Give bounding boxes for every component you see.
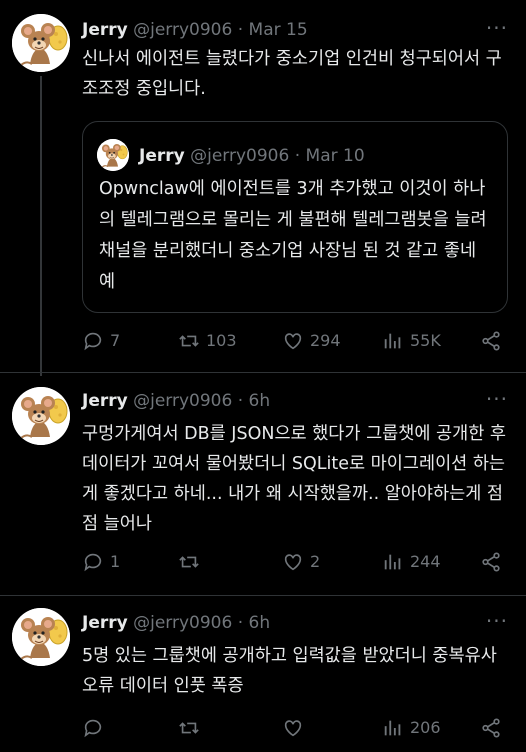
views-button[interactable]: 244	[382, 551, 441, 573]
heart-icon	[284, 720, 302, 737]
share-button[interactable]	[480, 551, 508, 573]
views-icon	[384, 554, 401, 570]
retweet-icon	[179, 556, 199, 568]
action-bar: 1 2 244	[82, 551, 512, 575]
reply-button[interactable]	[82, 717, 110, 739]
display-name[interactable]: Jerry	[82, 20, 128, 40]
user-handle[interactable]: @jerry0906	[133, 20, 232, 40]
quoted-tweet[interactable]: Jerry @jerry0906 · Mar 10 Opwnclaw에 에이전트…	[82, 121, 508, 313]
more-options-icon[interactable]: ···	[486, 16, 508, 40]
display-name[interactable]: Jerry	[82, 391, 128, 411]
avatar[interactable]	[12, 387, 70, 445]
heart-icon	[284, 333, 302, 350]
share-icon	[482, 331, 500, 351]
reply-button[interactable]: 7	[82, 330, 120, 352]
timestamp[interactable]: 6h	[249, 613, 271, 633]
display-name: Jerry	[139, 146, 185, 166]
reply-icon	[84, 719, 102, 738]
user-handle[interactable]: @jerry0906	[133, 391, 232, 411]
heart-icon	[284, 554, 302, 571]
like-count: 294	[310, 331, 341, 350]
more-options-icon[interactable]: ···	[486, 609, 508, 633]
retweet-button[interactable]: 103	[178, 330, 237, 352]
share-icon	[482, 552, 500, 572]
thread-line	[40, 76, 42, 376]
reply-count: 7	[110, 331, 121, 350]
share-button[interactable]	[480, 330, 508, 352]
action-bar: 206	[82, 717, 512, 741]
retweet-button[interactable]	[178, 551, 206, 573]
retweet-icon	[179, 722, 199, 734]
tweet-2[interactable]: Jerry @jerry0906 · 6h ··· 구멍가게여서 DB를 JSO…	[0, 373, 526, 596]
tweet-text: 구멍가게여서 DB를 JSON으로 했다가 그룹챗에 공개한 후 데이터가 꼬여…	[82, 424, 506, 534]
tweet-header: Jerry @jerry0906 · Mar 15	[82, 20, 308, 40]
quoted-tweet-header: Jerry @jerry0906 · Mar 10	[139, 146, 365, 166]
retweet-count: 103	[206, 331, 237, 350]
view-count: 244	[410, 552, 441, 571]
display-name[interactable]: Jerry	[82, 613, 128, 633]
retweet-icon	[179, 335, 199, 347]
views-icon	[384, 333, 401, 349]
more-options-icon[interactable]: ···	[486, 387, 508, 411]
tweet-header: Jerry @jerry0906 · 6h	[82, 613, 270, 633]
action-bar: 7 103 294 55K	[82, 330, 512, 354]
quoted-tweet-text: Opwnclaw에 에이전트를 3개 추가했고 이것이 하나의 텔레그램으로 몰…	[99, 179, 487, 292]
tweet-3[interactable]: Jerry @jerry0906 · 6h ··· 5명 있는 그룹챗에 공개하…	[0, 596, 526, 752]
avatar[interactable]	[12, 14, 70, 72]
avatar	[97, 139, 129, 171]
avatar[interactable]	[12, 608, 70, 666]
separator-dot: ·	[237, 613, 244, 633]
timestamp[interactable]: Mar 15	[249, 20, 308, 40]
timestamp: Mar 10	[305, 146, 365, 166]
user-handle[interactable]: @jerry0906	[133, 613, 232, 633]
like-button[interactable]: 294	[282, 330, 341, 352]
views-icon	[384, 720, 401, 736]
reply-button[interactable]: 1	[82, 551, 120, 573]
separator-dot: ·	[237, 20, 244, 40]
retweet-button[interactable]	[178, 717, 206, 739]
tweet-text: 신나서 에이전트 늘렸다가 중소기업 인건비 청구되어서 구조조정 중입니다.	[82, 49, 502, 99]
reply-icon	[84, 553, 102, 572]
share-button[interactable]	[480, 717, 508, 739]
tweet-text: 5명 있는 그룹챗에 공개하고 입력값을 받았더니 중복유사오류 데이터 인풋 …	[82, 646, 497, 696]
views-button[interactable]: 55K	[382, 330, 441, 352]
share-icon	[482, 718, 500, 738]
like-count: 2	[310, 552, 321, 571]
timestamp[interactable]: 6h	[249, 391, 271, 411]
view-count: 206	[410, 718, 441, 737]
tweet-1[interactable]: Jerry @jerry0906 · Mar 15 ··· 신나서 에이전트 늘…	[0, 0, 526, 376]
user-handle: @jerry0906	[190, 146, 290, 166]
separator-dot: ·	[237, 391, 244, 411]
reply-icon	[84, 332, 102, 351]
views-button[interactable]: 206	[382, 717, 441, 739]
tweet-header: Jerry @jerry0906 · 6h	[82, 391, 270, 411]
view-count: 55K	[410, 331, 441, 350]
like-button[interactable]: 2	[282, 551, 320, 573]
reply-count: 1	[110, 552, 121, 571]
like-button[interactable]	[282, 717, 310, 739]
separator-dot: ·	[294, 146, 301, 166]
